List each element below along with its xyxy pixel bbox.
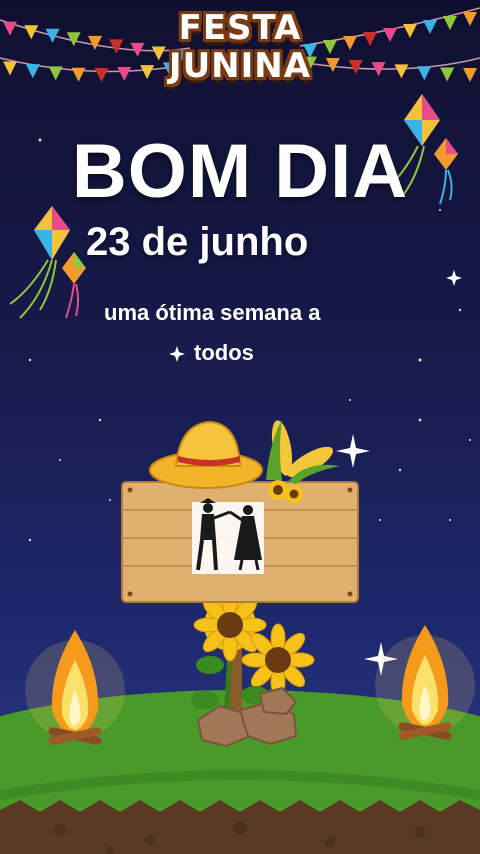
- straw-hat-icon: [149, 420, 263, 489]
- bonfire-right: [375, 625, 475, 740]
- sparkle-icon: [169, 346, 185, 362]
- sparkle-icon: [446, 270, 462, 286]
- message-line-2: todos: [194, 340, 254, 365]
- sign-scene: [121, 420, 359, 748]
- message-line-1: uma ótima semana a: [104, 300, 321, 325]
- date-text: 23 de junho: [86, 220, 309, 264]
- greeting-title: BOM DIA: [71, 129, 409, 214]
- balloon-left: [9, 206, 86, 319]
- dancing-couple-icon: [192, 498, 264, 574]
